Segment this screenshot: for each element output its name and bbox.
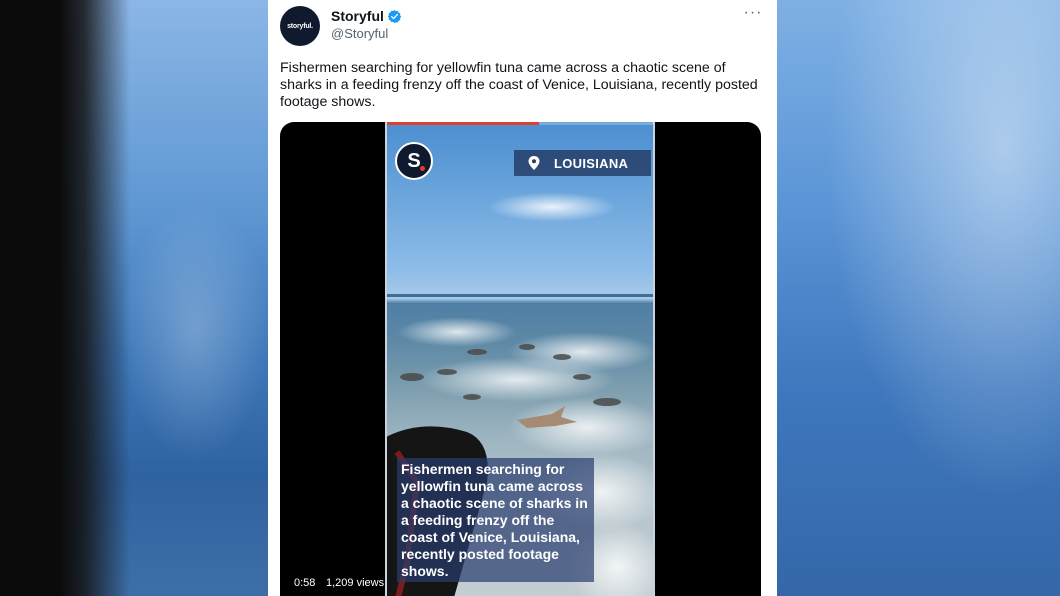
video-frame[interactable]: S LOUISIANA Fishermen searching for yell… bbox=[385, 122, 655, 596]
tweet-text: Fishermen searching for yellowfin tuna c… bbox=[280, 60, 758, 110]
video-caption: Fishermen searching for yellowfin tuna c… bbox=[401, 461, 588, 579]
storyful-logo-icon: S bbox=[395, 142, 433, 180]
video-progress-fill bbox=[387, 122, 539, 125]
name-row: Storyful bbox=[331, 8, 402, 24]
video-horizon bbox=[387, 294, 653, 297]
handle[interactable]: @Storyful bbox=[331, 26, 388, 41]
video-cloud bbox=[487, 192, 617, 222]
background-left bbox=[0, 0, 270, 596]
video-views: 1,209 views bbox=[326, 577, 385, 589]
location-tag: LOUISIANA bbox=[514, 150, 651, 176]
location-label: LOUISIANA bbox=[554, 155, 629, 171]
video-player[interactable]: S LOUISIANA Fishermen searching for yell… bbox=[280, 122, 761, 596]
logo-letter: S bbox=[407, 149, 421, 172]
verified-badge-icon bbox=[387, 9, 402, 24]
background-right bbox=[777, 0, 1060, 596]
avatar-text: storyful. bbox=[287, 22, 313, 30]
video-duration: 0:58 bbox=[294, 577, 316, 589]
map-pin-icon bbox=[528, 156, 540, 170]
video-progress-bar[interactable] bbox=[387, 122, 653, 125]
display-name[interactable]: Storyful bbox=[331, 8, 384, 24]
more-options-icon[interactable]: ··· bbox=[742, 5, 764, 26]
video-caption-box: Fishermen searching for yellowfin tuna c… bbox=[397, 458, 594, 582]
avatar[interactable]: storyful. bbox=[280, 6, 320, 46]
tweet-card: storyful. Storyful @Storyful ··· Fisherm… bbox=[268, 0, 777, 596]
